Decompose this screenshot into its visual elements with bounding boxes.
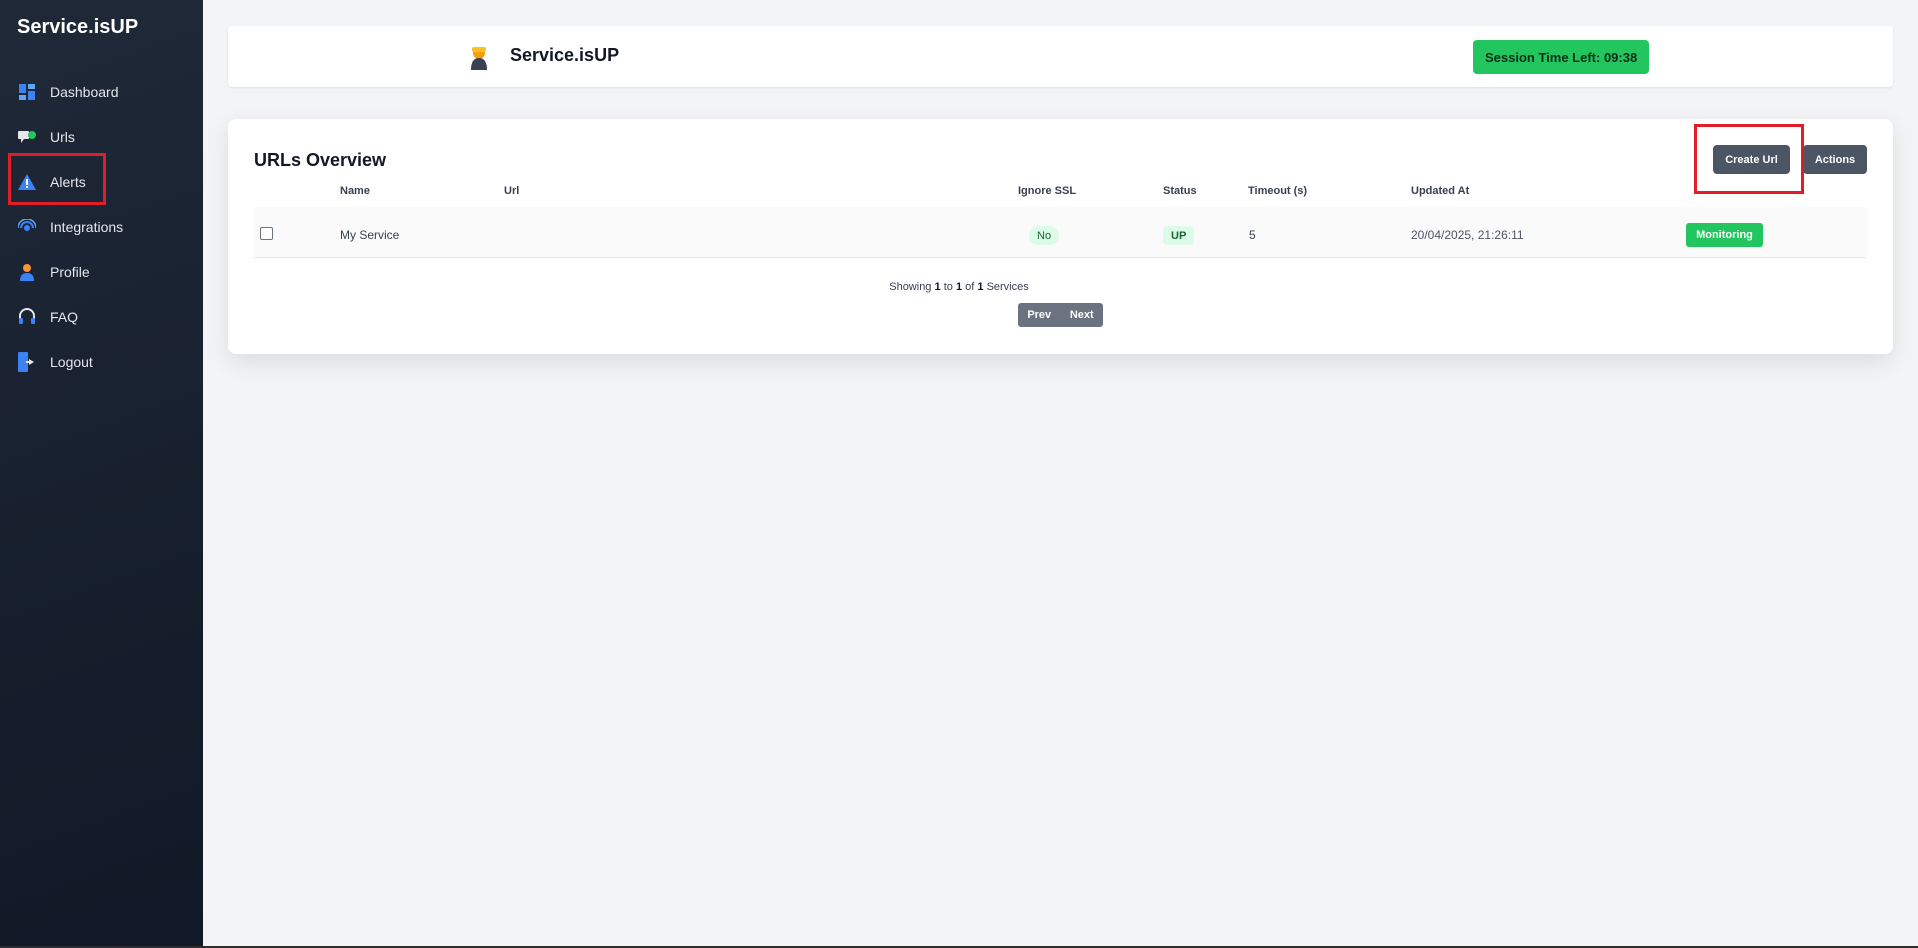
sidebar-item-label: Profile xyxy=(50,264,90,280)
sidebar-brand: Service.isUP xyxy=(17,16,139,38)
app-logo-icon xyxy=(468,44,490,70)
table-row[interactable] xyxy=(254,207,1867,258)
showing-suffix: Services xyxy=(986,281,1029,293)
alert-icon xyxy=(17,172,37,192)
sidebar-item-label: Urls xyxy=(50,129,75,145)
sidebar-item-label: Dashboard xyxy=(50,84,119,100)
pagination-controls: Prev Next xyxy=(1018,303,1103,327)
header-title: Service.isUP xyxy=(510,45,620,65)
sidebar: Service.isUP Dashboard Urls Alerts Integ… xyxy=(0,0,203,946)
column-header-url[interactable]: Url xyxy=(504,185,519,197)
column-header-name[interactable]: Name xyxy=(340,185,370,197)
showing-total: 1 xyxy=(977,281,984,293)
sidebar-item-faq[interactable]: FAQ xyxy=(0,297,203,337)
sidebar-item-label: Alerts xyxy=(50,174,86,190)
column-header-timeout[interactable]: Timeout (s) xyxy=(1248,185,1307,197)
column-header-updated-at[interactable]: Updated At xyxy=(1411,185,1469,197)
row-updated-at-cell: 20/04/2025, 21:26:11 xyxy=(1411,228,1524,242)
ignore-ssl-badge: No xyxy=(1029,226,1060,245)
sidebar-item-alerts[interactable]: Alerts xyxy=(0,162,203,202)
urls-icon xyxy=(17,127,37,147)
pagination-summary: Showing 1 to 1 of 1 Services xyxy=(0,281,1918,293)
card-title: URLs Overview xyxy=(254,150,387,170)
showing-of-word: of xyxy=(965,281,975,293)
logout-icon xyxy=(17,352,37,372)
sidebar-item-logout[interactable]: Logout xyxy=(0,342,203,382)
row-select-checkbox[interactable] xyxy=(260,227,273,240)
profile-icon xyxy=(17,262,37,282)
showing-prefix: Showing xyxy=(889,281,932,293)
sidebar-item-urls[interactable]: Urls xyxy=(0,117,203,157)
row-name-cell: My Service xyxy=(340,228,400,242)
sidebar-item-dashboard[interactable]: Dashboard xyxy=(0,72,203,112)
sidebar-item-label: FAQ xyxy=(50,309,79,325)
top-header: Service.isUP Session Time Left: 09:38 xyxy=(228,26,1893,87)
integrations-icon xyxy=(17,217,37,237)
column-header-status[interactable]: Status xyxy=(1163,185,1197,197)
dashboard-icon xyxy=(17,82,37,102)
sidebar-item-label: Logout xyxy=(50,354,93,370)
row-timeout-cell: 5 xyxy=(1249,228,1256,242)
headset-icon xyxy=(17,307,37,327)
actions-button[interactable]: Actions xyxy=(1803,145,1867,174)
create-url-button[interactable]: Create Url xyxy=(1713,145,1790,174)
status-badge: UP xyxy=(1163,226,1195,245)
column-header-ignore-ssl[interactable]: Ignore SSL xyxy=(1018,185,1076,197)
sidebar-item-label: Integrations xyxy=(50,219,124,235)
showing-to-word: to xyxy=(943,281,953,293)
session-timer-badge: Session Time Left: 09:38 xyxy=(1473,40,1650,74)
monitoring-button[interactable]: Monitoring xyxy=(1686,223,1763,247)
showing-from: 1 xyxy=(934,281,941,293)
prev-page-button[interactable]: Prev xyxy=(1018,303,1061,327)
showing-to: 1 xyxy=(955,281,963,293)
sidebar-item-integrations[interactable]: Integrations xyxy=(0,207,203,247)
next-page-button[interactable]: Next xyxy=(1061,303,1104,327)
